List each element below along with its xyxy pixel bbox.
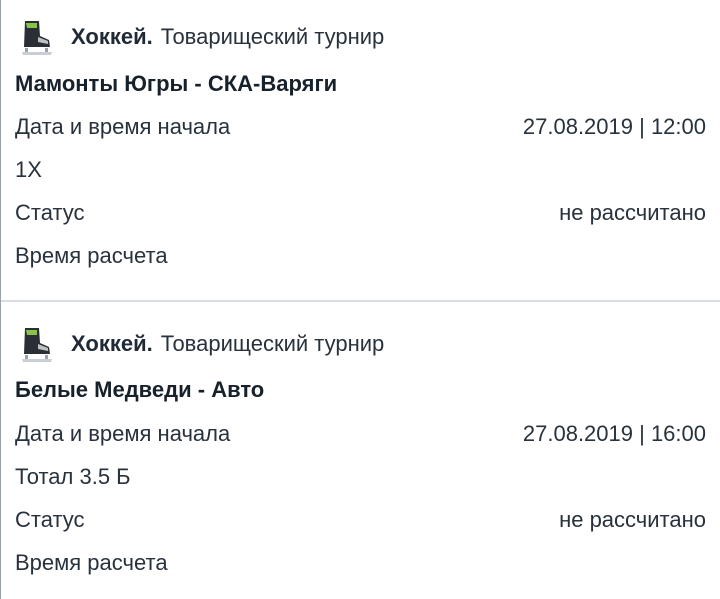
start-time-row: Дата и время начала 27.08.2019 | 16:00 <box>15 419 706 449</box>
tournament-name: Товарищеский турнир <box>160 24 385 49</box>
start-time-row: Дата и время начала 27.08.2019 | 12:00 <box>15 112 706 142</box>
status-row: Статус не рассчитано <box>15 505 706 535</box>
bet-row: 1X <box>15 155 706 185</box>
status-value: не рассчитано <box>559 507 706 532</box>
status-row: Статус не рассчитано <box>15 198 706 228</box>
sport-name: Хоккей. <box>71 24 153 49</box>
match-row: Мамонты Югры - СКА-Варяги <box>15 69 706 99</box>
match-title: Мамонты Югры - СКА-Варяги <box>15 71 338 96</box>
tournament-name: Товарищеский турнир <box>160 331 385 356</box>
start-time-value: 27.08.2019 | 16:00 <box>522 421 706 446</box>
settle-time-label: Время расчета <box>15 243 168 268</box>
match-title: Белые Медведи - Авто <box>15 377 265 402</box>
match-row: Белые Медведи - Авто <box>15 375 706 405</box>
status-label: Статус <box>15 200 85 225</box>
sport-header: Хоккей. Товарищеский турнир <box>15 21 706 55</box>
bet-card[interactable]: Хоккей. Товарищеский турнир Белые Медвед… <box>1 305 720 599</box>
bet-outcome: Тотал 3.5 Б <box>15 464 131 489</box>
status-value: не рассчитано <box>559 200 706 225</box>
start-time-label: Дата и время начала <box>15 421 231 446</box>
settle-time-row: Время расчета <box>15 548 706 578</box>
hockey-skate-icon <box>22 328 52 362</box>
sport-name: Хоккей. <box>71 331 153 356</box>
bet-history-list: Хоккей. Товарищеский турнир Мамонты Югры… <box>0 0 720 599</box>
hockey-skate-icon <box>22 21 52 55</box>
bet-row: Тотал 3.5 Б <box>15 462 706 492</box>
sport-header: Хоккей. Товарищеский турнир <box>15 328 706 362</box>
status-label: Статус <box>15 507 85 532</box>
bet-card[interactable]: Хоккей. Товарищеский турнир Мамонты Югры… <box>1 0 720 302</box>
start-time-label: Дата и время начала <box>15 114 231 139</box>
settle-time-label: Время расчета <box>15 550 168 575</box>
settle-time-row: Время расчета <box>15 241 706 271</box>
bet-outcome: 1X <box>15 157 42 182</box>
start-time-value: 27.08.2019 | 12:00 <box>522 114 706 139</box>
